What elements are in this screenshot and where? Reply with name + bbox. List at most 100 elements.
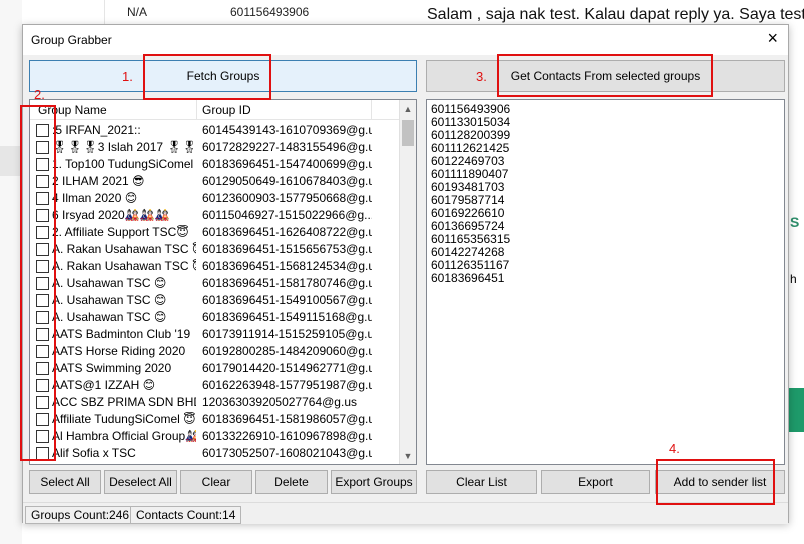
groups-list-header: Group Name Group ID: [30, 100, 401, 120]
contacts-textbox[interactable]: 601156493906 601133015034 601128200399 6011…: [426, 99, 785, 465]
group-id: 60183696451-1547400699@g.us: [202, 157, 372, 171]
status-bar: Groups Count:246 Contacts Count:14: [23, 502, 788, 524]
group-name: 2 ILHAM 2021 😎: [52, 174, 145, 188]
table-row[interactable]: 4 Ilman 2020 😊 60123600903-1577950668@g.u…: [30, 190, 401, 207]
background-table-row: N/A 601156493906: [104, 0, 416, 26]
annotation-number-3: 3.: [476, 69, 487, 84]
table-row[interactable]: 6 Irsyad 2020🎎🎎🎎 60115046927-1515022966@g…: [30, 207, 401, 224]
group-name: A. Rakan Usahawan TSC 😇: [52, 259, 196, 273]
group-name: A. Usahawan TSC 😊: [52, 293, 167, 307]
table-row[interactable]: A. Usahawan TSC 😊 60183696451-1549115168@…: [30, 309, 401, 326]
group-name: :5 IRFAN_2021::: [52, 123, 141, 137]
column-separator: [371, 100, 372, 120]
column-header-group-id[interactable]: Group ID: [202, 103, 251, 117]
annotation-number-1: 1.: [122, 69, 133, 84]
table-row[interactable]: 🎖🎖🎖3 Islah 2017 🎖🎖🎖 60172829227-148315549…: [30, 139, 401, 156]
annotation-number-2: 2.: [34, 87, 45, 102]
group-id: 60123600903-1577950668@g.us: [202, 191, 372, 205]
group-id: 60183696451-1568124534@g.us: [202, 259, 372, 273]
export-groups-button[interactable]: Export Groups: [331, 470, 417, 494]
background-letter: S: [790, 214, 800, 230]
table-row[interactable]: :5 IRFAN_2021:: 60145439143-1610709369@g.…: [30, 122, 401, 139]
table-row[interactable]: ACC SBZ PRIMA SDN BHD 120363039205027764@…: [30, 394, 401, 411]
group-name: 4 Ilman 2020 😊: [52, 191, 138, 205]
group-id: 60192800285-1484209060@g.us: [202, 344, 372, 358]
delete-button[interactable]: Delete: [255, 470, 328, 494]
table-row[interactable]: AATS Swimming 2020 60179014420-1514962771…: [30, 360, 401, 377]
group-id: 60115046927-1515022966@g...: [202, 208, 372, 222]
deselect-all-button[interactable]: Deselect All: [104, 470, 177, 494]
background-teal-bar: [788, 388, 804, 432]
dialog-title: Group Grabber: [31, 33, 112, 47]
group-id: 60162263948-1577951987@g.us: [202, 378, 372, 392]
group-id: 60183696451-1581986057@g.us: [202, 412, 372, 426]
group-name: Affiliate TudungSiComel 😇: [52, 412, 196, 426]
group-name: A. Rakan Usahawan TSC 😇: [52, 242, 196, 256]
table-row[interactable]: A. Rakan Usahawan TSC 😇 60183696451-15681…: [30, 258, 401, 275]
annotation-box-get-contacts: [497, 54, 713, 97]
group-name: 2. Affiliate Support TSC😇: [52, 225, 189, 239]
groups-list[interactable]: Group Name Group ID :5 IRFAN_2021:: 60145…: [29, 99, 417, 465]
close-icon[interactable]: ×: [767, 29, 778, 47]
background-cell-status: N/A: [127, 5, 148, 19]
group-id: 60183696451-1549115168@g.us: [202, 310, 372, 324]
group-id: 60183696451-1549100567@g.us: [202, 293, 372, 307]
group-name: 1. Top100 TudungSiComel 😇: [52, 157, 196, 171]
table-row[interactable]: Alif Sofia x TSC 60173052507-1608021043@g…: [30, 445, 401, 462]
group-name: AATS Horse Riding 2020: [52, 344, 186, 358]
groups-rows: :5 IRFAN_2021:: 60145439143-1610709369@g.…: [30, 122, 401, 462]
group-id: 60172829227-1483155496@g.us: [202, 140, 372, 154]
table-row[interactable]: AATS Badminton Club '19 60173911914-15152…: [30, 326, 401, 343]
background-cell-number: 601156493906: [230, 5, 310, 19]
group-name: A. Usahawan TSC 😊: [52, 310, 167, 324]
group-name: ACC SBZ PRIMA SDN BHD: [52, 395, 196, 409]
group-id: 60173911914-1515259105@g.us: [202, 327, 372, 341]
scroll-up-icon[interactable]: ▲: [400, 100, 416, 117]
group-id: 60129050649-1610678403@g.us: [202, 174, 372, 188]
background-message: Salam , saja nak test. Kalau dapat reply…: [427, 6, 804, 23]
table-row[interactable]: Al Hambra Official Group🎎 60133226910-161…: [30, 428, 401, 445]
group-id: 60183696451-1515656753@g.us: [202, 242, 372, 256]
group-name: A. Usahawan TSC 😊: [52, 276, 167, 290]
group-name: 🎖🎖🎖3 Islah 2017 🎖🎖🎖: [52, 140, 196, 154]
background-text: h: [790, 272, 797, 286]
table-row[interactable]: 1. Top100 TudungSiComel 😇 60183696451-154…: [30, 156, 401, 173]
select-all-button[interactable]: Select All: [29, 470, 101, 494]
group-name: AATS Badminton Club '19: [52, 327, 191, 341]
scroll-thumb[interactable]: [402, 120, 414, 146]
contacts-count: Contacts Count:14: [130, 506, 242, 524]
annotation-box-checkboxes: [20, 105, 56, 461]
group-name: AATS@1 IZZAH 😊: [52, 378, 156, 392]
table-row[interactable]: A. Usahawan TSC 😊 60183696451-1581780746@…: [30, 275, 401, 292]
background-left-strip: [0, 0, 22, 544]
table-row[interactable]: 2 ILHAM 2021 😎 60129050649-1610678403@g.u…: [30, 173, 401, 190]
table-row[interactable]: AATS@1 IZZAH 😊 60162263948-1577951987@g.u…: [30, 377, 401, 394]
groups-count: Groups Count:246: [25, 506, 136, 524]
table-row[interactable]: A. Usahawan TSC 😊 60183696451-1549100567@…: [30, 292, 401, 309]
export-button[interactable]: Export: [541, 470, 650, 494]
group-id: 60183696451-1626408722@g.us: [202, 225, 372, 239]
annotation-box-fetch: [143, 54, 271, 100]
scroll-down-icon[interactable]: ▼: [400, 447, 416, 464]
group-id: 60183696451-1581780746@g.us: [202, 276, 372, 290]
group-name: 6 Irsyad 2020🎎🎎🎎: [52, 208, 170, 222]
group-id: 60145439143-1610709369@g.us: [202, 123, 372, 137]
column-separator: [196, 100, 197, 120]
group-id: 120363039205027764@g.us: [202, 395, 357, 409]
annotation-number-4: 4.: [669, 441, 680, 456]
clear-button[interactable]: Clear: [180, 470, 252, 494]
table-row[interactable]: 2. Affiliate Support TSC😇 60183696451-162…: [30, 224, 401, 241]
group-name: Al Hambra Official Group🎎: [52, 429, 196, 443]
annotation-box-add-to-sender: [656, 459, 775, 505]
clear-list-button[interactable]: Clear List: [426, 470, 537, 494]
groups-scrollbar[interactable]: ▲ ▼: [399, 100, 416, 464]
background-band: [0, 146, 22, 176]
contact-number: 60183696451: [431, 271, 505, 285]
table-row[interactable]: AATS Horse Riding 2020 60192800285-148420…: [30, 343, 401, 360]
group-id: 60179014420-1514962771@g.us: [202, 361, 372, 375]
table-row[interactable]: A. Rakan Usahawan TSC 😇 60183696451-15156…: [30, 241, 401, 258]
group-id: 60133226910-1610967898@g.us: [202, 429, 372, 443]
table-row[interactable]: Affiliate TudungSiComel 😇 60183696451-158…: [30, 411, 401, 428]
group-name: AATS Swimming 2020: [52, 361, 172, 375]
group-id: 60173052507-1608021043@g.us: [202, 446, 372, 460]
